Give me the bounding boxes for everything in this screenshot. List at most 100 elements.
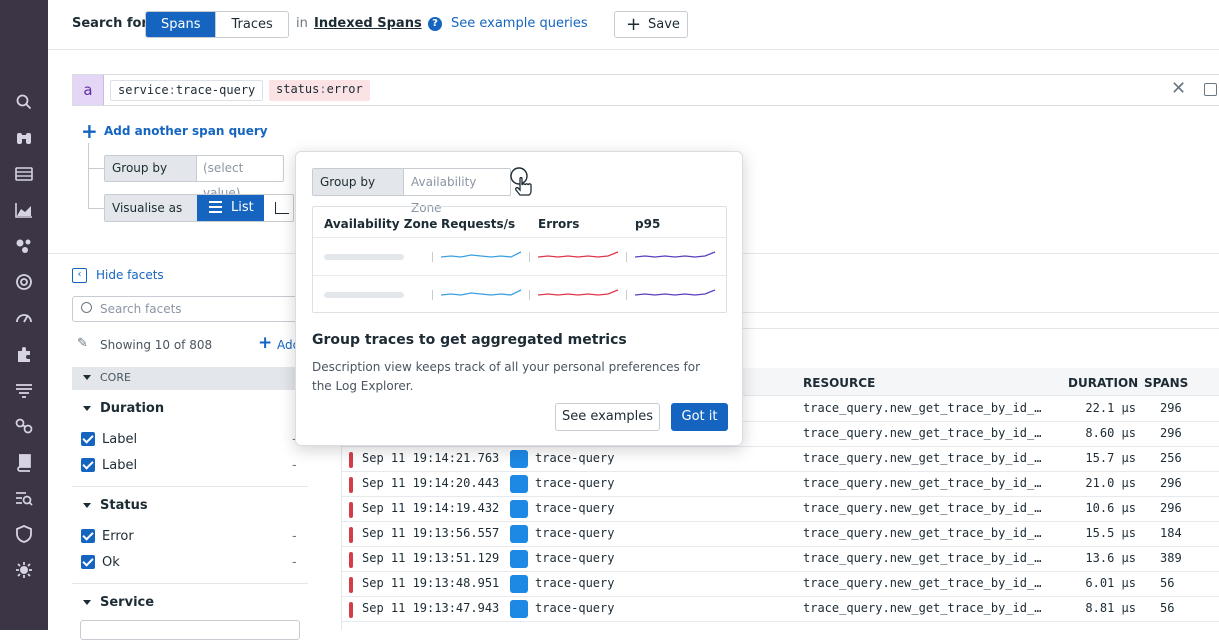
- gauge-icon[interactable]: [14, 308, 34, 328]
- row-service: trace-query: [535, 551, 615, 565]
- group-by-select[interactable]: (select value): [203, 156, 283, 200]
- row-date: Sep 11 19:13:51.129: [362, 551, 500, 565]
- visualise-control: Visualise as List: [104, 194, 294, 222]
- visualise-list-button[interactable]: List: [197, 195, 264, 221]
- clear-query-icon[interactable]: ✕: [1171, 78, 1186, 99]
- table-row[interactable]: Sep 11 19:14:21.763 trace-query trace_quer…: [342, 447, 1219, 472]
- row-spans: 56: [1160, 576, 1175, 590]
- row-duration: 6.01 µs: [1085, 576, 1136, 590]
- table-row[interactable]: Sep 11 19:13:48.951 trace-query trace_quer…: [342, 572, 1219, 597]
- table-row[interactable]: Sep 11 19:14:20.443 trace-query trace_quer…: [342, 472, 1219, 497]
- table-row[interactable]: Sep 11 19:14:19.432 trace-query trace_quer…: [342, 497, 1219, 522]
- cell-divider: [529, 252, 530, 262]
- table-row[interactable]: Sep 11 19:13:47.943 trace-query trace_quer…: [342, 597, 1219, 622]
- logs-search-icon[interactable]: [14, 488, 34, 508]
- save-label: Save: [648, 17, 680, 32]
- row-service: trace-query: [535, 601, 615, 615]
- search-icon[interactable]: [14, 92, 34, 112]
- list-icon: [209, 201, 222, 213]
- filter-list-icon[interactable]: [14, 380, 34, 400]
- cell-divider: [529, 290, 530, 300]
- row-date: Sep 11 19:14:19.432: [362, 501, 500, 515]
- row-resource: trace_query.new_get_trace_by_id_…: [803, 426, 1042, 440]
- sparkline-errors: [538, 251, 619, 258]
- got-it-button[interactable]: Got it: [671, 403, 728, 431]
- table-row[interactable]: Sep 11 19:13:51.129 trace-query trace_quer…: [342, 547, 1219, 572]
- caret-down-icon: [83, 375, 91, 380]
- hide-facets-link[interactable]: Hide facets: [96, 268, 164, 282]
- preview-column-p95: p95: [635, 217, 661, 231]
- search-type-toggle: Spans Traces: [145, 11, 289, 38]
- save-button[interactable]: + Save: [614, 11, 688, 38]
- row-resource: trace_query.new_get_trace_by_id_…: [803, 451, 1042, 465]
- facet-checkbox[interactable]: [81, 529, 95, 543]
- link-icon[interactable]: [14, 416, 34, 436]
- row-resource: trace_query.new_get_trace_by_id_…: [803, 526, 1042, 540]
- popover-group-by-control[interactable]: Group by Availability Zone: [312, 168, 511, 215]
- area-chart-icon[interactable]: [14, 200, 34, 220]
- row-spans: 389: [1160, 551, 1182, 565]
- facet-divider: [72, 583, 308, 584]
- core-label: CORE: [100, 371, 131, 384]
- facet-duration-title[interactable]: Duration: [100, 401, 164, 416]
- facet-item-label: Label: [102, 458, 138, 473]
- tab-spans[interactable]: Spans: [146, 12, 216, 37]
- shield-icon[interactable]: [14, 524, 34, 544]
- facet-checkbox[interactable]: [81, 555, 95, 569]
- cell-divider: [626, 252, 627, 262]
- core-section-header[interactable]: CORE: [72, 367, 308, 390]
- service-icon: [510, 550, 528, 568]
- binoculars-icon[interactable]: [14, 128, 34, 148]
- bar-chart-icon[interactable]: [275, 202, 289, 214]
- service-icon: [510, 450, 528, 468]
- example-queries-link[interactable]: See example queries: [451, 16, 588, 31]
- facet-checkbox[interactable]: [81, 432, 95, 446]
- column-spans[interactable]: SPANS: [1144, 376, 1188, 390]
- caret-down-icon[interactable]: [83, 600, 91, 605]
- facet-service-title[interactable]: Service: [100, 595, 154, 610]
- facet-service-filter[interactable]: [80, 620, 300, 640]
- query-row[interactable]: a service:trace-query status:error ✕: [72, 74, 1219, 106]
- pencil-icon[interactable]: ✎: [77, 336, 88, 351]
- target-icon[interactable]: [14, 272, 34, 292]
- index-selector[interactable]: Indexed Spans: [314, 16, 422, 31]
- dots-icon[interactable]: [14, 236, 34, 256]
- tree-line: [88, 168, 104, 169]
- facet-checkbox[interactable]: [81, 458, 95, 472]
- facet-search-input[interactable]: Search facets: [72, 296, 308, 322]
- query-chip-status[interactable]: status:error: [269, 80, 370, 101]
- copy-query-icon[interactable]: [1204, 83, 1217, 96]
- status-error-bar: [349, 452, 353, 468]
- popover-title: Group traces to get aggregated metrics: [312, 332, 627, 348]
- row-date: Sep 11 19:13:48.951: [362, 576, 500, 590]
- table-row[interactable]: Sep 11 19:13:56.557 trace-query trace_quer…: [342, 522, 1219, 547]
- tab-traces[interactable]: Traces: [215, 12, 288, 37]
- list-icon[interactable]: [14, 164, 34, 184]
- group-by-popover: Group by Availability Zone Availability …: [295, 151, 743, 446]
- see-examples-button[interactable]: See examples: [555, 403, 660, 431]
- service-icon: [510, 500, 528, 518]
- group-by-label: Group by: [105, 156, 197, 181]
- column-duration[interactable]: DURATION: [1068, 376, 1138, 390]
- facet-status-title[interactable]: Status: [100, 498, 148, 513]
- caret-down-icon[interactable]: [83, 503, 91, 508]
- query-chip-service[interactable]: service:trace-query: [110, 80, 264, 101]
- add-span-query-link[interactable]: Add another span query: [104, 124, 268, 138]
- preview-column-errors: Errors: [538, 217, 580, 231]
- tree-line: [88, 208, 104, 209]
- group-by-control[interactable]: Group by (select value): [104, 155, 284, 200]
- gear-bug-icon[interactable]: [14, 560, 34, 580]
- facet-item-label: Error: [102, 529, 134, 544]
- status-error-bar: [349, 502, 353, 518]
- row-date: Sep 11 19:13:47.943: [362, 601, 500, 615]
- sparkline-p95: [635, 251, 716, 258]
- add-query-icon[interactable]: +: [81, 119, 98, 143]
- caret-down-icon[interactable]: [83, 406, 91, 411]
- column-resource[interactable]: RESOURCE: [803, 376, 875, 390]
- placeholder-bar: [324, 254, 404, 260]
- puzzle-icon[interactable]: [14, 344, 34, 364]
- hide-facets-icon[interactable]: ‹: [72, 268, 87, 283]
- book-icon[interactable]: [14, 452, 34, 472]
- add-facet-icon[interactable]: +: [258, 333, 272, 353]
- row-spans: 296: [1160, 401, 1182, 415]
